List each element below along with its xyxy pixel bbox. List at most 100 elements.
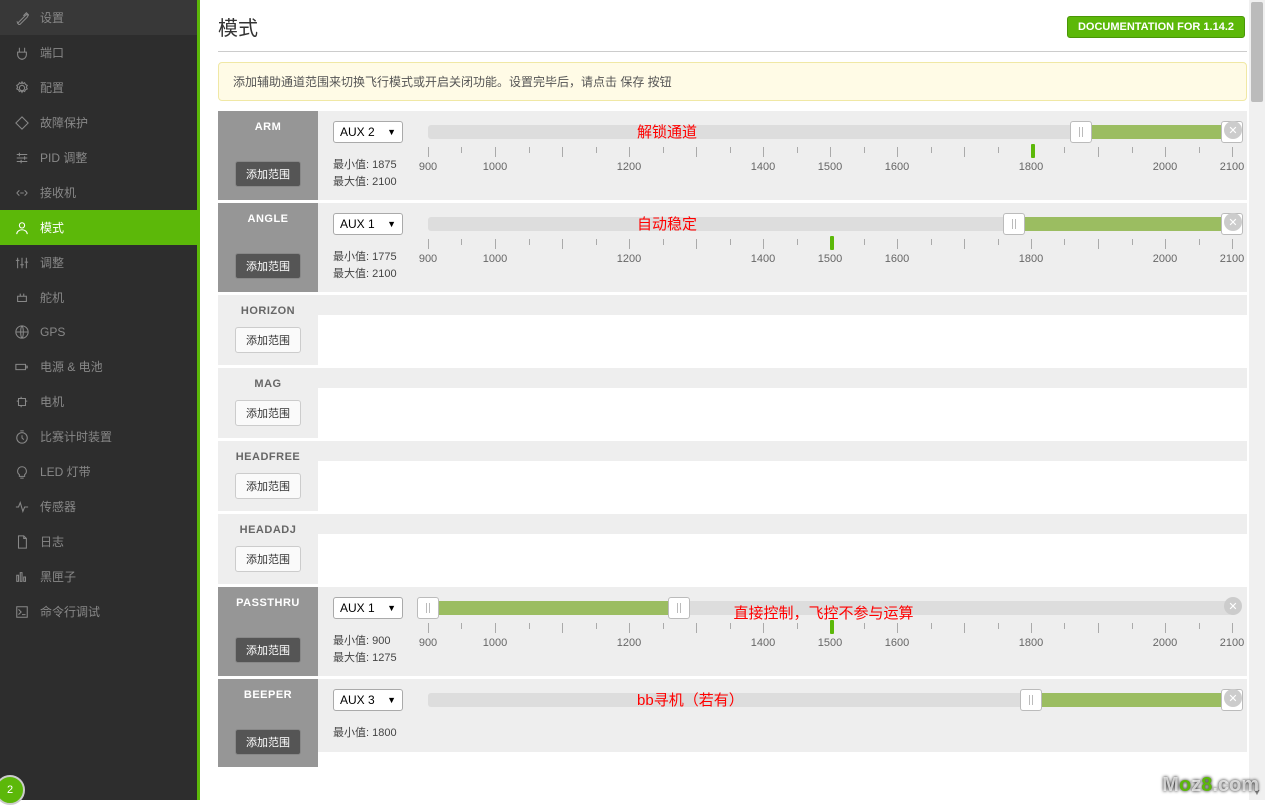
bars-icon (14, 569, 30, 585)
diamond-icon (14, 115, 30, 131)
sidebar-item-15[interactable]: 日志 (0, 524, 197, 559)
caret-down-icon: ▼ (387, 219, 396, 229)
aux-select[interactable]: AUX 1▼ (333, 213, 403, 235)
remove-range-button[interactable]: ✕ (1224, 689, 1242, 707)
sidebar-item-label: LED 灯带 (40, 463, 91, 480)
sidebar-item-label: 接收机 (40, 184, 76, 201)
notice-banner: 添加辅助通道范围来切换飞行模式或开启关闭功能。设置完毕后，请点击 保存 按钮 (218, 62, 1247, 101)
sliders-icon (14, 150, 30, 166)
mode-row-headadj: HEADADJ 添加范围 (218, 514, 1247, 584)
remove-range-button[interactable]: ✕ (1224, 597, 1242, 615)
caret-down-icon: ▼ (387, 603, 396, 613)
slider-handle-min[interactable] (1020, 689, 1042, 711)
sidebar-item-label: 调整 (40, 254, 64, 271)
mode-name-label: HORIZON (241, 305, 295, 317)
slider-handle-min[interactable] (1003, 213, 1025, 235)
channel-indicator (830, 620, 834, 634)
mode-name-label: ANGLE (248, 213, 289, 225)
sidebar-item-16[interactable]: 黑匣子 (0, 559, 197, 594)
range-slider[interactable] (428, 597, 1232, 619)
gear-icon (14, 80, 30, 96)
sidebar-item-17[interactable]: 命令行调试 (0, 594, 197, 629)
sidebar-item-label: 模式 (40, 219, 64, 236)
mode-name-label: HEADADJ (240, 524, 297, 536)
slider-handle-min[interactable] (417, 597, 439, 619)
range-slider[interactable] (428, 689, 1232, 711)
bulb-icon (14, 464, 30, 480)
aux-select[interactable]: AUX 3▼ (333, 689, 403, 711)
pulse-icon (14, 499, 30, 515)
sidebar-item-label: 黑匣子 (40, 568, 76, 585)
mode-row-passthru: PASSTHRU 添加范围 AUX 1▼ 最小值: 900 最大值: 1275 (218, 587, 1247, 676)
sidebar-item-label: GPS (40, 325, 65, 339)
mode-name-label: ARM (255, 121, 282, 133)
mode-name-label: BEEPER (244, 689, 292, 701)
wrench-icon (14, 10, 30, 26)
range-slider[interactable] (428, 121, 1232, 143)
terminal-icon (14, 604, 30, 620)
mode-name-label: MAG (254, 378, 281, 390)
aux-select[interactable]: AUX 1▼ (333, 597, 403, 619)
scroll-down-icon[interactable]: ▼ (1249, 784, 1265, 800)
sidebar-item-label: 日志 (40, 533, 64, 550)
documentation-button[interactable]: DOCUMENTATION FOR 1.14.2 (1067, 16, 1245, 38)
sidebar-item-13[interactable]: LED 灯带 (0, 454, 197, 489)
add-range-button[interactable]: 添加范围 (235, 546, 301, 572)
tune-icon (14, 255, 30, 271)
version-badge: 2 (0, 775, 25, 805)
motor-icon (14, 394, 30, 410)
sidebar-item-3[interactable]: 故障保护 (0, 105, 197, 140)
slider-handle-min[interactable] (1070, 121, 1092, 143)
remove-range-button[interactable]: ✕ (1224, 213, 1242, 231)
add-range-button[interactable]: 添加范围 (235, 729, 301, 755)
sidebar-item-label: 舵机 (40, 289, 64, 306)
add-range-button[interactable]: 添加范围 (235, 473, 301, 499)
add-range-button[interactable]: 添加范围 (235, 637, 301, 663)
sidebar-item-4[interactable]: PID 调整 (0, 140, 197, 175)
sidebar-item-2[interactable]: 配置 (0, 70, 197, 105)
sidebar-item-1[interactable]: 端口 (0, 35, 197, 70)
sidebar-item-11[interactable]: 电机 (0, 384, 197, 419)
battery-icon (14, 359, 30, 375)
sidebar-item-6[interactable]: 模式 (0, 210, 197, 245)
sidebar-item-12[interactable]: 比赛计时装置 (0, 419, 197, 454)
mode-name-label: PASSTHRU (236, 597, 300, 609)
aux-select[interactable]: AUX 2▼ (333, 121, 403, 143)
servo-icon (14, 290, 30, 306)
remove-range-button[interactable]: ✕ (1224, 121, 1242, 139)
min-max-display: 最小值: 1775 最大值: 2100 (333, 249, 413, 282)
main-panel: ▲ ▼ 模式 DOCUMENTATION FOR 1.14.2 添加辅助通道范围… (200, 0, 1265, 800)
sidebar-item-9[interactable]: GPS (0, 315, 197, 349)
sidebar-item-label: PID 调整 (40, 149, 87, 166)
slider-scale: 90010001200140015001600180020002100 (428, 239, 1232, 273)
scroll-thumb[interactable] (1251, 2, 1263, 102)
sidebar-item-label: 端口 (40, 44, 64, 61)
sidebar-item-14[interactable]: 传感器 (0, 489, 197, 524)
sidebar-item-label: 故障保护 (40, 114, 88, 131)
sidebar-item-5[interactable]: 接收机 (0, 175, 197, 210)
add-range-button[interactable]: 添加范围 (235, 161, 301, 187)
sidebar-item-label: 设置 (40, 9, 64, 26)
scrollbar[interactable]: ▲ ▼ (1249, 0, 1265, 800)
range-slider[interactable] (428, 213, 1232, 235)
slider-handle-max[interactable] (668, 597, 690, 619)
sidebar-item-0[interactable]: 设置 (0, 0, 197, 35)
min-max-display: 最小值: 900 最大值: 1275 (333, 633, 413, 666)
add-range-button[interactable]: 添加范围 (235, 327, 301, 353)
sidebar-item-label: 传感器 (40, 498, 76, 515)
mode-row-beeper: BEEPER 添加范围 AUX 3▼ 最小值: 1800 b (218, 679, 1247, 767)
sidebar-item-10[interactable]: 电源 & 电池 (0, 349, 197, 384)
add-range-button[interactable]: 添加范围 (235, 400, 301, 426)
sidebar-item-8[interactable]: 舵机 (0, 280, 197, 315)
modes-list: ARM 添加范围 AUX 2▼ 最小值: 1875 最大值: 2100 9001 (200, 111, 1265, 800)
mode-name-label: HEADFREE (236, 451, 301, 463)
add-range-button[interactable]: 添加范围 (235, 253, 301, 279)
sidebar-item-7[interactable]: 调整 (0, 245, 197, 280)
mode-row-arm: ARM 添加范围 AUX 2▼ 最小值: 1875 最大值: 2100 9001 (218, 111, 1247, 200)
sidebar: 设置端口配置故障保护 PID 调整接收机模式调整舵机 GPS 电源 & 电池电机比赛计… (0, 0, 200, 800)
channel-indicator (1031, 144, 1035, 158)
mode-row-mag: MAG 添加范围 (218, 368, 1247, 438)
user-icon (14, 220, 30, 236)
mode-row-headfree: HEADFREE 添加范围 (218, 441, 1247, 511)
timer-icon (14, 429, 30, 445)
